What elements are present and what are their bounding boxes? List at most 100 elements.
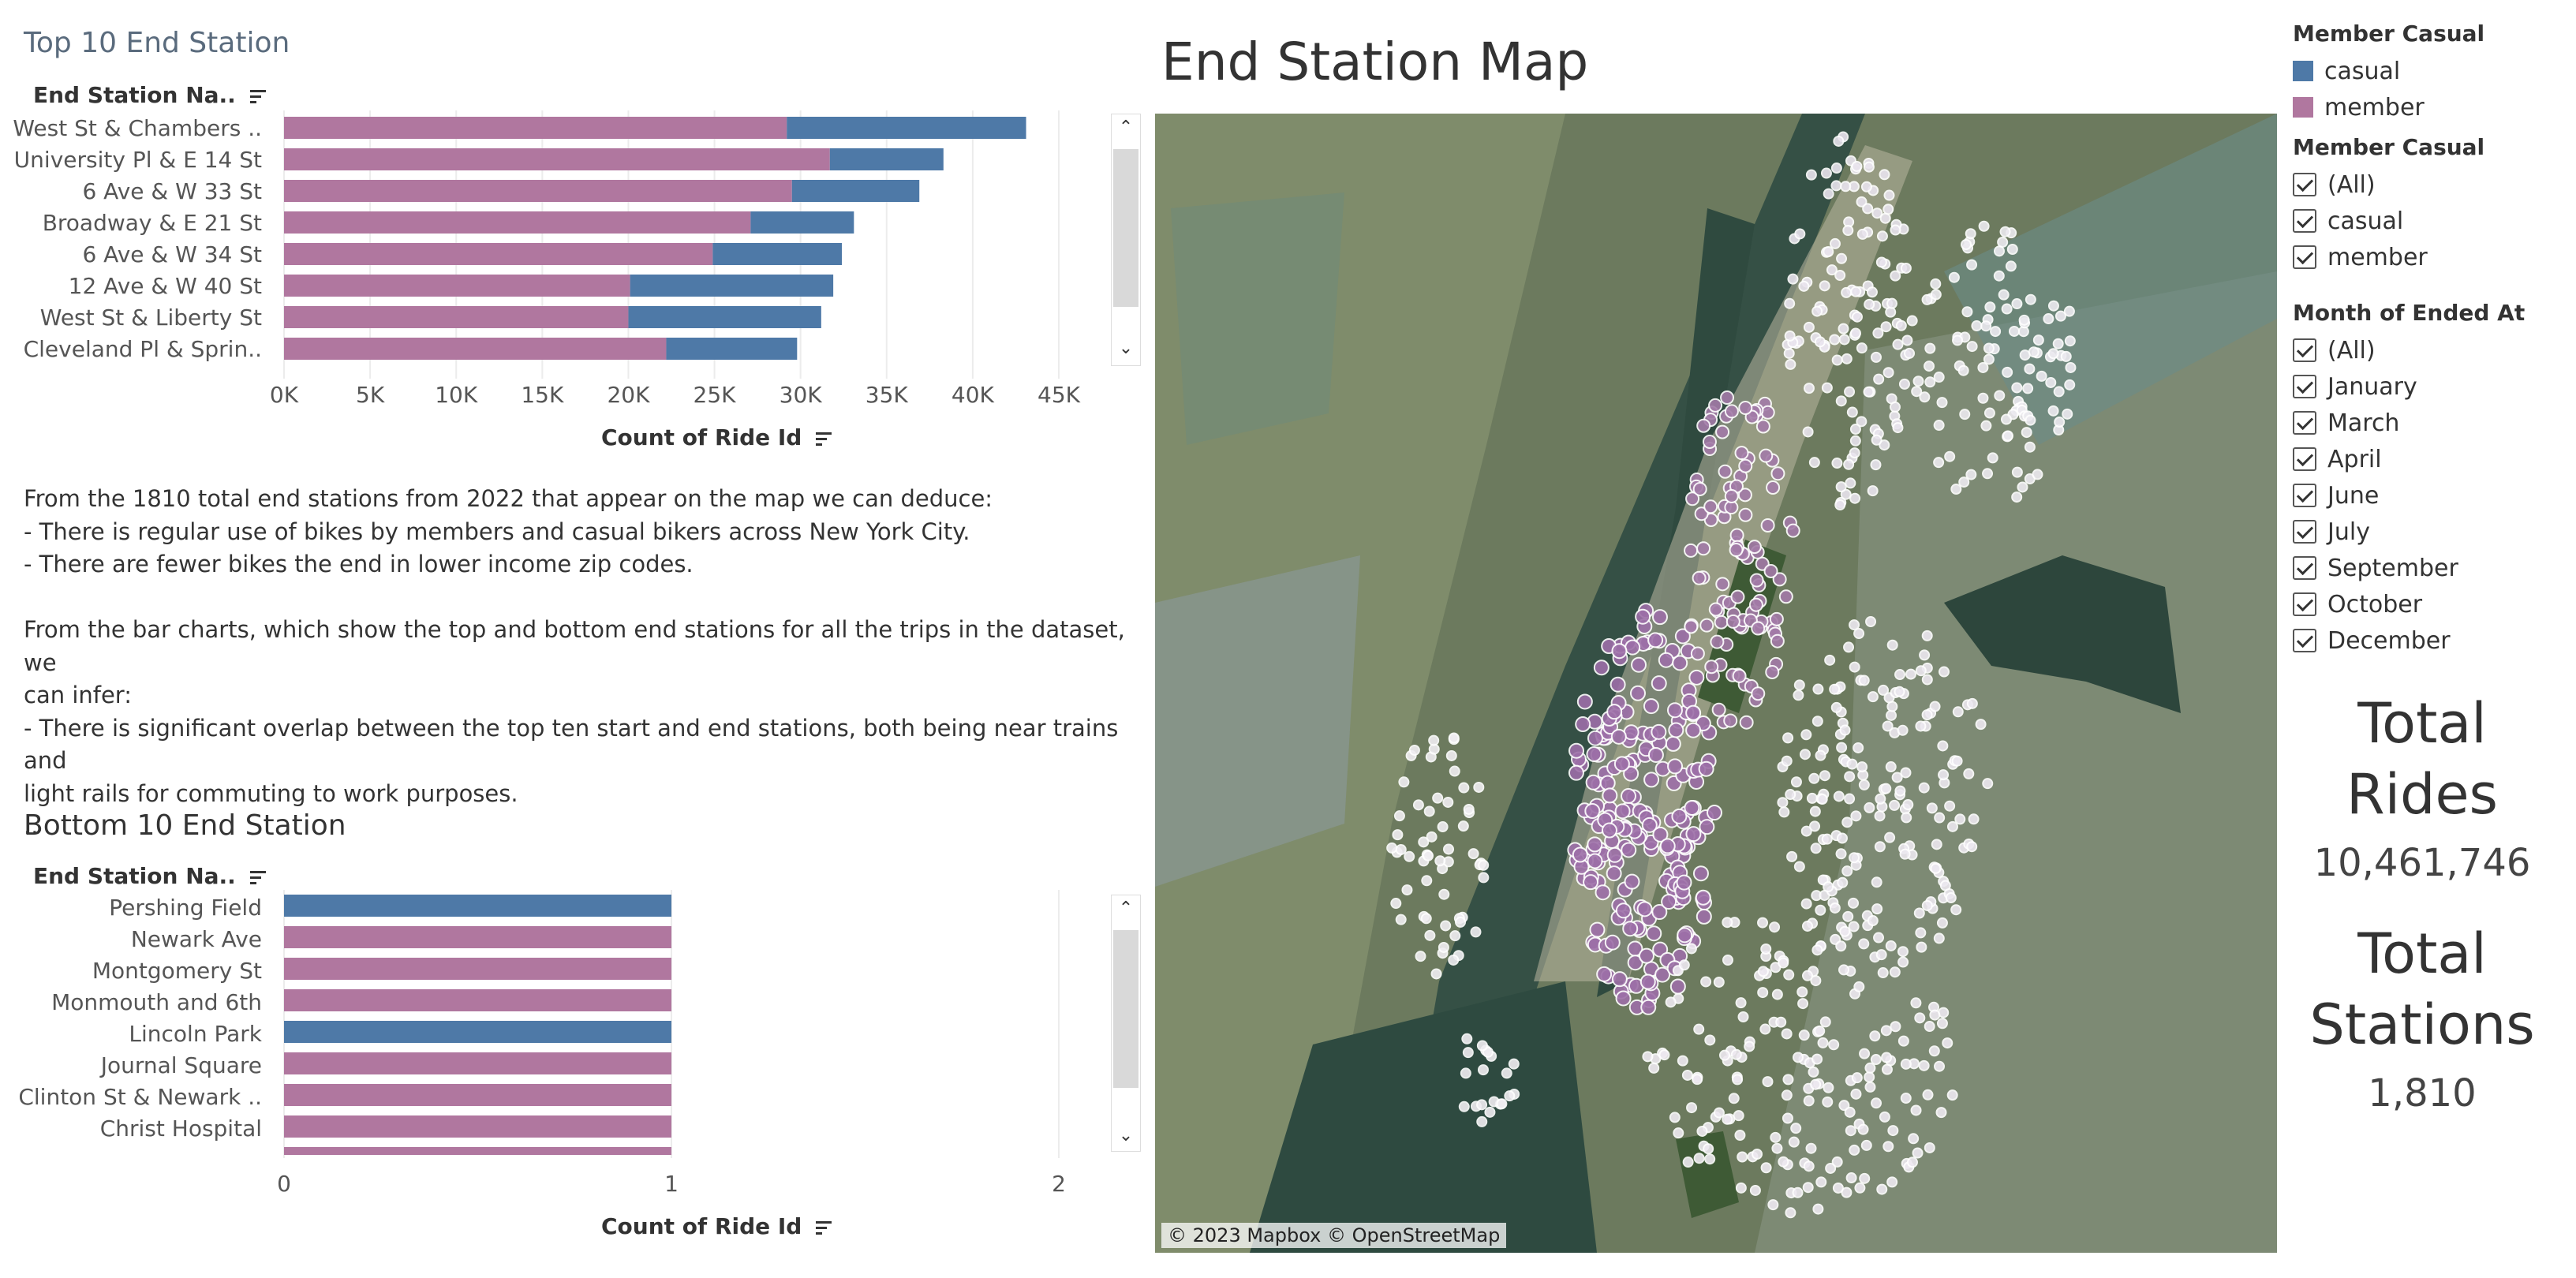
station-marker[interactable] — [1728, 1093, 1740, 1104]
station-marker[interactable] — [1849, 852, 1860, 864]
station-marker[interactable] — [1706, 805, 1722, 821]
station-marker[interactable] — [1924, 342, 1936, 354]
station-marker[interactable] — [1857, 1123, 1869, 1135]
station-marker[interactable] — [1595, 884, 1611, 901]
station-marker[interactable] — [1843, 458, 1855, 470]
bar[interactable] — [284, 958, 671, 980]
station-marker[interactable] — [1786, 850, 1798, 862]
station-marker[interactable] — [1440, 920, 1452, 932]
station-marker[interactable] — [1729, 543, 1744, 558]
station-marker[interactable] — [1938, 769, 1950, 781]
station-marker[interactable] — [2022, 383, 2034, 394]
station-marker[interactable] — [1845, 1125, 1856, 1137]
station-marker[interactable] — [1928, 1045, 1940, 1057]
station-marker[interactable] — [1781, 1028, 1793, 1040]
station-marker[interactable] — [2005, 260, 2017, 272]
station-marker[interactable] — [1834, 499, 1846, 510]
station-marker[interactable] — [1843, 641, 1855, 653]
station-marker[interactable] — [1918, 1059, 1930, 1071]
station-marker[interactable] — [1841, 865, 1853, 877]
station-marker[interactable] — [1412, 799, 1424, 811]
station-marker[interactable] — [1933, 457, 1945, 469]
station-marker[interactable] — [1643, 772, 1660, 788]
station-marker[interactable] — [1733, 1110, 1744, 1122]
top-chart-scrollbar[interactable]: ⌃ ⌄ — [1111, 114, 1141, 366]
station-marker[interactable] — [1738, 458, 1753, 473]
legend-item-member[interactable]: member — [2293, 89, 2561, 125]
station-marker[interactable] — [1944, 800, 1956, 812]
station-marker[interactable] — [1723, 713, 1738, 728]
station-marker[interactable] — [1692, 570, 1707, 585]
station-marker[interactable] — [1825, 1162, 1837, 1174]
station-marker[interactable] — [1651, 609, 1668, 626]
station-marker[interactable] — [1821, 833, 1833, 845]
station-marker[interactable] — [1478, 859, 1490, 871]
station-marker[interactable] — [1990, 326, 2002, 338]
checkbox-checked-icon[interactable] — [2293, 520, 2316, 544]
station-marker[interactable] — [1937, 740, 1949, 752]
station-marker[interactable] — [1763, 563, 1778, 578]
station-marker[interactable] — [1933, 932, 1945, 944]
station-marker[interactable] — [1806, 792, 1818, 804]
station-marker[interactable] — [1897, 956, 1909, 968]
station-marker[interactable] — [1933, 372, 1945, 383]
station-marker[interactable] — [1586, 746, 1602, 763]
station-marker[interactable] — [1811, 305, 1823, 317]
station-marker[interactable] — [1699, 819, 1715, 835]
station-marker[interactable] — [1882, 367, 1894, 379]
station-marker[interactable] — [1946, 1089, 1958, 1101]
station-marker[interactable] — [1700, 976, 1712, 988]
station-marker[interactable] — [1921, 899, 1933, 911]
station-marker[interactable] — [1895, 320, 1907, 331]
station-marker[interactable] — [1724, 488, 1739, 503]
station-marker[interactable] — [1870, 459, 1882, 471]
station-marker[interactable] — [1395, 914, 1407, 925]
station-marker[interactable] — [1934, 812, 1946, 824]
station-marker[interactable] — [1846, 406, 1858, 418]
station-marker[interactable] — [1449, 930, 1461, 942]
station-marker[interactable] — [1882, 720, 1894, 732]
sort-icon[interactable] — [814, 1219, 835, 1236]
station-marker[interactable] — [1710, 634, 1725, 649]
station-marker[interactable] — [1415, 951, 1426, 962]
station-marker[interactable] — [1882, 204, 1894, 215]
station-marker[interactable] — [1968, 813, 1980, 825]
station-marker[interactable] — [2025, 293, 2036, 305]
station-marker[interactable] — [1929, 701, 1941, 712]
station-marker[interactable] — [1782, 1112, 1793, 1124]
station-marker[interactable] — [1445, 749, 1457, 761]
station-marker[interactable] — [1867, 691, 1879, 703]
scroll-down-arrow[interactable]: ⌄ — [1112, 1124, 1139, 1148]
station-marker[interactable] — [1476, 1115, 1488, 1127]
station-marker[interactable] — [1812, 1203, 1824, 1215]
station-marker[interactable] — [1805, 1142, 1817, 1154]
station-marker[interactable] — [1722, 1113, 1733, 1125]
station-marker[interactable] — [1770, 633, 1785, 648]
filter-option[interactable]: March — [2293, 405, 2561, 441]
station-marker[interactable] — [1812, 683, 1824, 695]
station-marker[interactable] — [1424, 929, 1436, 941]
station-marker[interactable] — [1614, 803, 1631, 820]
station-marker[interactable] — [1775, 1016, 1787, 1028]
station-marker[interactable] — [1930, 278, 1942, 290]
scroll-up-arrow[interactable]: ⌃ — [1112, 897, 1139, 921]
station-marker[interactable] — [1760, 1162, 1772, 1174]
bar-casual[interactable] — [666, 338, 798, 360]
station-marker[interactable] — [1906, 1157, 1918, 1168]
station-marker[interactable] — [1819, 1016, 1831, 1028]
station-marker[interactable] — [1408, 744, 1420, 756]
station-marker[interactable] — [1823, 881, 1834, 893]
station-marker[interactable] — [1448, 732, 1460, 744]
station-marker[interactable] — [1913, 907, 1925, 919]
station-marker[interactable] — [1792, 1186, 1804, 1198]
station-marker[interactable] — [2025, 414, 2036, 426]
station-marker[interactable] — [1978, 220, 1990, 232]
station-marker[interactable] — [1936, 917, 1948, 929]
station-marker[interactable] — [1963, 768, 1975, 779]
station-marker[interactable] — [1692, 1074, 1703, 1086]
station-marker[interactable] — [1639, 973, 1656, 990]
station-marker[interactable] — [1611, 971, 1628, 988]
station-marker[interactable] — [1463, 803, 1475, 815]
station-marker[interactable] — [1659, 838, 1676, 854]
station-marker[interactable] — [1811, 716, 1823, 727]
